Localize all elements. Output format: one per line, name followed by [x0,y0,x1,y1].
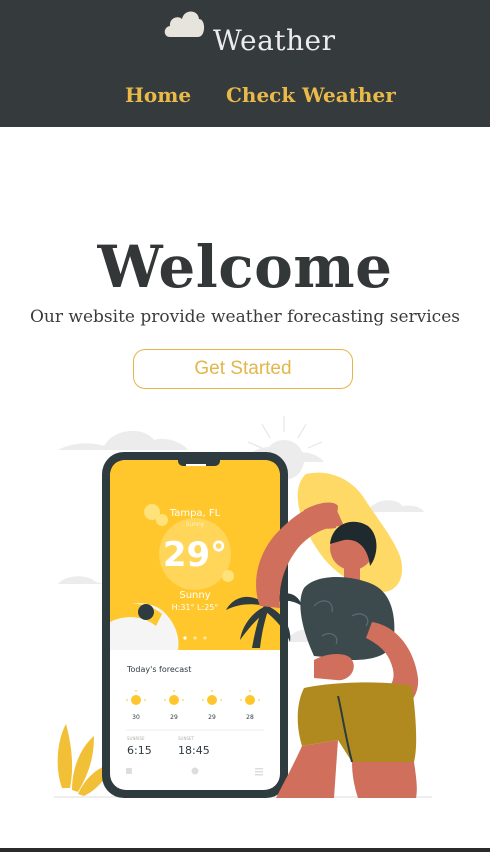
phone: Tampa, FL Sunny 29° Sunny H:31° L:25° To… [102,452,302,798]
weather-illustration: Tampa, FL Sunny 29° Sunny H:31° L:25° To… [54,416,432,798]
phone-hi-lo: H:31° L:25° [172,603,219,612]
hero-title: Welcome [97,233,393,301]
forecast-value-1: 30 [132,714,140,721]
cloud-icon [164,11,205,37]
forecast-value-2: 29 [170,714,178,721]
sunset-time: 18:45 [178,744,210,757]
forecast-value-3: 29 [208,714,216,721]
sunrise-time: 6:15 [127,744,152,757]
site-header: Weather Home Check Weather [0,0,490,127]
forecast-value-4: 28 [246,714,254,721]
phone-condition: Sunny [179,590,210,601]
phone-temperature: 29° [163,535,227,575]
hero-subtitle: Our website provide weather forecasting … [30,307,460,327]
sunset-label: SUNSET [178,736,195,741]
phone-condition-top: Sunny [186,521,205,528]
forecast-title: Today's forecast [126,665,191,674]
sunrise-label: SUNRISE [127,736,145,741]
get-started-button[interactable]: Get Started [133,349,353,389]
nav-home[interactable]: Home [125,83,191,107]
nav-check-weather[interactable]: Check Weather [226,83,396,107]
phone-city: Tampa, FL [169,508,221,519]
brand-title: Weather [213,24,336,57]
bottom-bar [0,848,490,852]
